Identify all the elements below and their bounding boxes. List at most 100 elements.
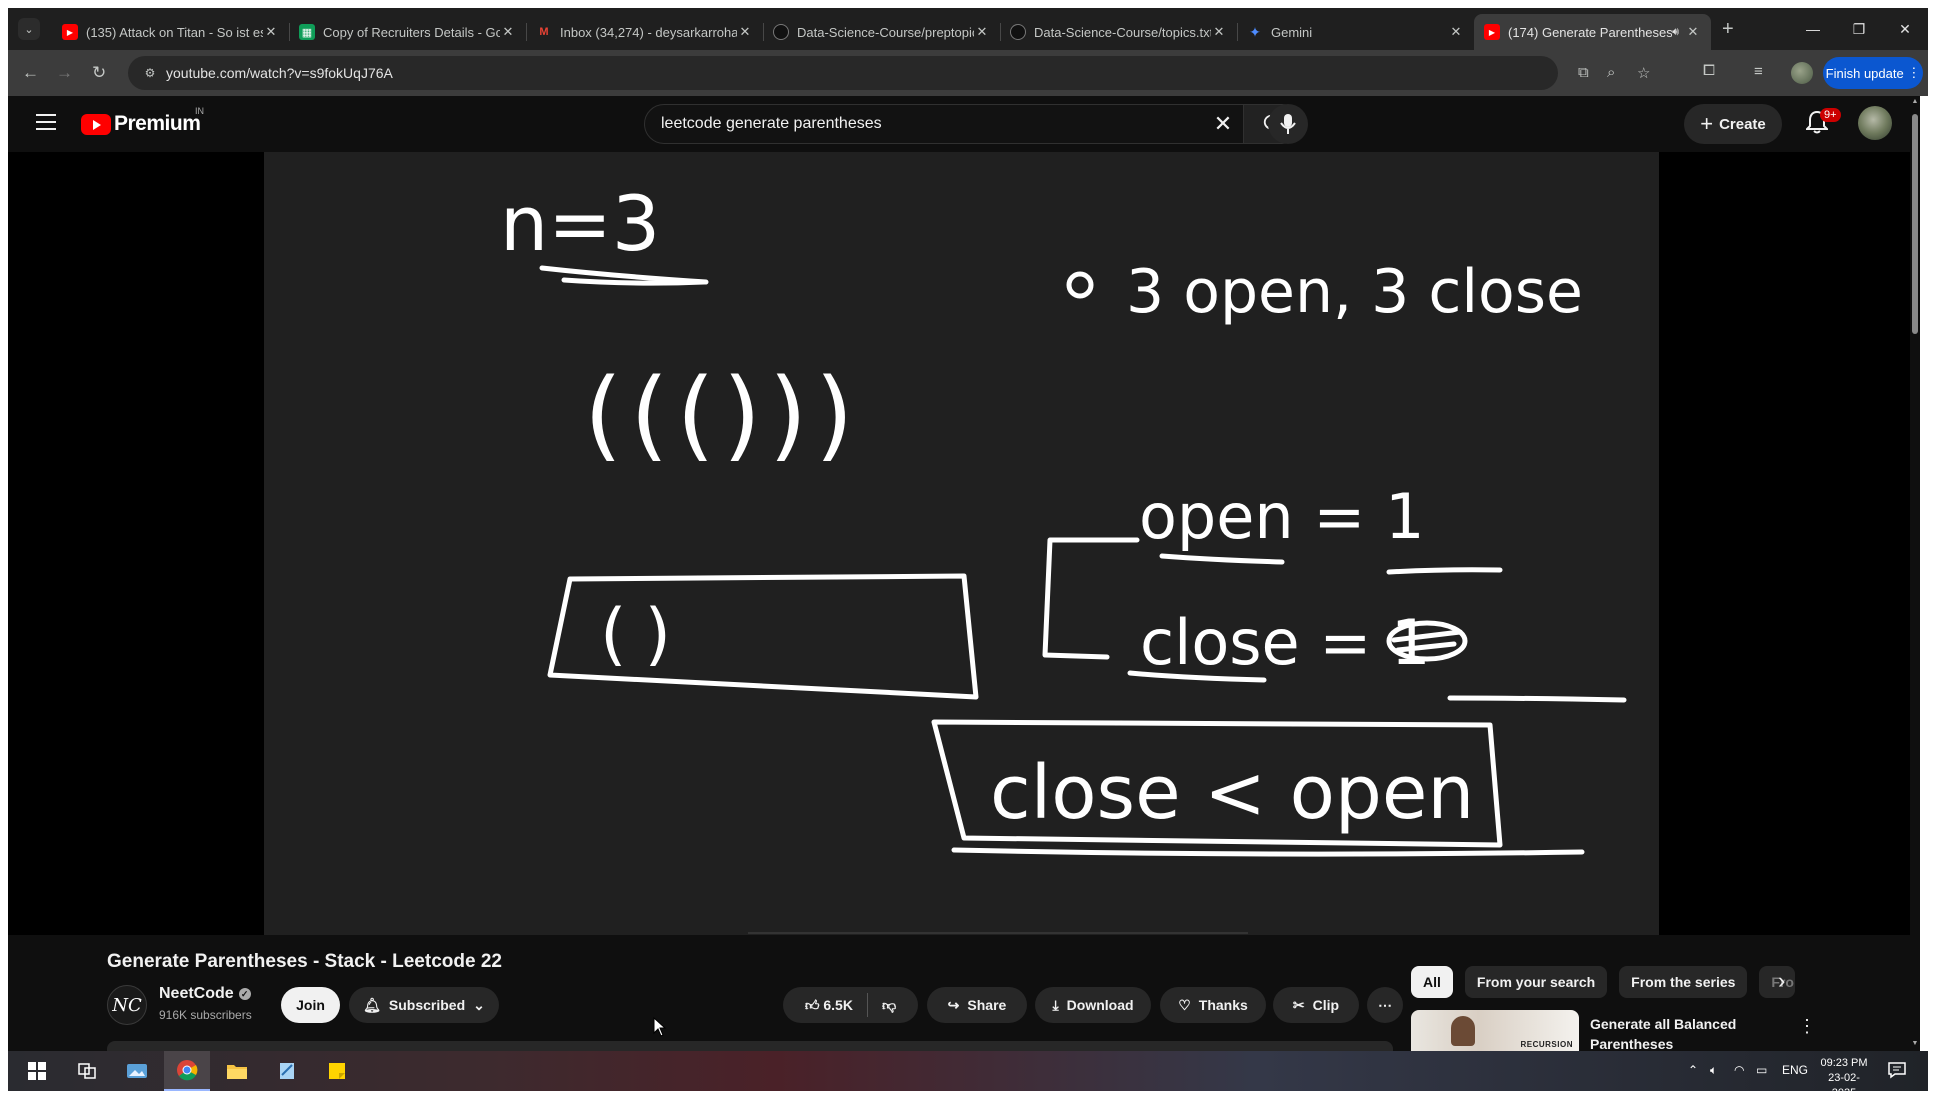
- dislike-icon[interactable]: 👎︎: [882, 997, 896, 1014]
- bracket-stroke: [1042, 537, 1140, 660]
- sticky-notes-icon[interactable]: [314, 1051, 360, 1091]
- bullet-dot: [1066, 271, 1094, 299]
- notification-center-icon[interactable]: [1888, 1061, 1906, 1084]
- clip-button[interactable]: ✂ Clip: [1273, 987, 1359, 1023]
- back-icon[interactable]: ←: [22, 63, 39, 83]
- language-indicator[interactable]: ENG: [1782, 1063, 1808, 1077]
- browser-tab[interactable]: ▶ (174) Generate Parentheses 🔊︎ ✕: [1474, 14, 1711, 50]
- page-scrollbar[interactable]: ▲ ▼: [1910, 96, 1920, 1051]
- clock[interactable]: 09:23 PM 23-02-2025: [1816, 1056, 1872, 1097]
- install-app-icon[interactable]: ⧉: [1578, 64, 1589, 81]
- divider: [866, 993, 868, 1017]
- task-view-icon[interactable]: [64, 1051, 110, 1091]
- underline-stroke: [1386, 567, 1503, 575]
- channel-avatar[interactable]: NC: [107, 985, 147, 1025]
- video-frame-whiteboard[interactable]: n=3 3 open, 3 close ((())) () open = 1 c…: [264, 152, 1659, 935]
- file-explorer-icon[interactable]: [214, 1051, 260, 1091]
- close-tab-icon[interactable]: ✕: [974, 24, 990, 40]
- reload-icon[interactable]: ↻: [92, 63, 106, 83]
- notepad-icon[interactable]: [264, 1051, 310, 1091]
- recommendation-thumbnail[interactable]: RECURSION: [1411, 1010, 1579, 1051]
- browser-profile-avatar[interactable]: [1791, 62, 1813, 84]
- photos-icon[interactable]: [114, 1051, 160, 1091]
- site-info-icon[interactable]: ⚙: [134, 66, 166, 80]
- channel-name[interactable]: NeetCode ✓: [159, 985, 251, 1003]
- search-input[interactable]: leetcode generate parentheses ✕: [644, 104, 1244, 144]
- tab-audio-icon[interactable]: 🔊︎: [1672, 26, 1679, 39]
- clear-search-icon[interactable]: ✕: [1203, 111, 1243, 137]
- verified-icon: ✓: [238, 987, 251, 1000]
- recommendation-title[interactable]: Generate all Balanced Parentheses: [1590, 1014, 1790, 1051]
- address-bar[interactable]: ⚙ youtube.com/watch?v=s9fokUqJ76A ⧉ ⌕ ☆: [128, 56, 1650, 90]
- tab-title: Gemini: [1271, 24, 1313, 40]
- volume-icon[interactable]: 🔈︎: [1710, 1063, 1717, 1078]
- bookmark-star-icon[interactable]: ☆: [1637, 64, 1650, 82]
- description-box[interactable]: [107, 1041, 1393, 1051]
- create-button[interactable]: + Create: [1684, 104, 1782, 144]
- chevron-right-icon[interactable]: ›: [1778, 968, 1785, 994]
- windows-taskbar: ⌃ 🔈︎ ◠ ▭ ENG 09:23 PM 23-02-2025: [8, 1051, 1928, 1097]
- progress-bar[interactable]: [748, 932, 1248, 934]
- like-button[interactable]: 👍︎ 6.5K: [805, 997, 853, 1014]
- bell-icon: 🔔︎: [363, 996, 381, 1013]
- windows-start-icon[interactable]: [14, 1051, 60, 1091]
- browser-tab[interactable]: ▶ (135) Attack on Titan - So ist es ✕: [52, 14, 289, 50]
- forward-icon[interactable]: →: [56, 63, 73, 83]
- battery-icon[interactable]: ▭: [1756, 1063, 1767, 1077]
- channel-name-text: NeetCode: [159, 985, 234, 1002]
- chip-all[interactable]: All: [1411, 966, 1453, 998]
- account-avatar[interactable]: [1858, 106, 1892, 140]
- tray-overflow-icon[interactable]: ⌃: [1688, 1063, 1698, 1077]
- voice-search-button[interactable]: [1268, 104, 1308, 144]
- close-tab-icon[interactable]: ✕: [1448, 24, 1464, 40]
- extensions-icon[interactable]: ⧠: [1703, 62, 1715, 79]
- scrollbar-thumb[interactable]: [1912, 114, 1918, 334]
- scroll-down-icon[interactable]: ▼: [1910, 1040, 1920, 1047]
- subscribed-button[interactable]: 🔔︎ Subscribed ⌄: [349, 987, 499, 1023]
- more-actions-button[interactable]: ⋯: [1367, 987, 1403, 1023]
- close-tab-icon[interactable]: ✕: [1211, 24, 1227, 40]
- browser-tab[interactable]: ✦ Gemini ✕: [1237, 14, 1474, 50]
- close-tab-icon[interactable]: ✕: [737, 24, 753, 40]
- chrome-icon[interactable]: [164, 1051, 210, 1091]
- browser-tab[interactable]: M Inbox (34,274) - deysarkarrohan ✕: [526, 14, 763, 50]
- join-button[interactable]: Join: [281, 987, 340, 1023]
- open-equation-text: open = 1: [1139, 480, 1425, 553]
- create-label: Create: [1719, 115, 1766, 133]
- close-tab-icon[interactable]: ✕: [1685, 24, 1701, 40]
- notification-badge: 9+: [1820, 108, 1841, 122]
- browser-tab[interactable]: Data-Science-Course/topics.txt ✕: [1000, 14, 1237, 50]
- scroll-up-icon[interactable]: ▲: [1910, 98, 1920, 105]
- download-button[interactable]: ⤓ Download: [1035, 987, 1151, 1023]
- thanks-button[interactable]: ♡ Thanks: [1160, 987, 1266, 1023]
- share-button[interactable]: ↪ Share: [927, 987, 1027, 1023]
- finish-update-button[interactable]: Finish update ⋮: [1823, 57, 1923, 89]
- browser-tab[interactable]: ▦ Copy of Recruiters Details - Goo ✕: [289, 14, 526, 50]
- youtube-page: Premium IN leetcode generate parentheses…: [8, 96, 1920, 1051]
- tab-title: (174) Generate Parentheses: [1508, 24, 1673, 40]
- logo-text: Premium: [114, 112, 201, 135]
- tab-title: Data-Science-Course/topics.txt: [1034, 24, 1211, 40]
- youtube-play-icon: [81, 113, 111, 135]
- github-icon: [773, 24, 789, 40]
- chip-from-your-search[interactable]: From your search: [1464, 966, 1608, 998]
- minimize-icon[interactable]: —: [1790, 8, 1836, 50]
- youtube-logo[interactable]: Premium IN: [81, 106, 204, 136]
- restore-icon[interactable]: ❐: [1836, 8, 1882, 50]
- wifi-icon[interactable]: ◠: [1734, 1063, 1744, 1077]
- tab-search-icon[interactable]: ⌄: [18, 18, 40, 40]
- underline-stroke: [1447, 695, 1627, 703]
- menu-icon[interactable]: [36, 114, 56, 130]
- close-tab-icon[interactable]: ✕: [263, 24, 279, 40]
- thumbnail-label: RECURSION: [1520, 1040, 1573, 1049]
- new-tab-icon[interactable]: +: [1722, 18, 1734, 41]
- chip-from-the-series[interactable]: From the series: [1619, 966, 1748, 998]
- tab-title: Inbox (34,274) - deysarkarrohan: [560, 24, 737, 40]
- zoom-icon[interactable]: ⌕: [1607, 64, 1615, 81]
- reading-list-icon[interactable]: ≡: [1754, 63, 1763, 80]
- browser-tab[interactable]: Data-Science-Course/preptopic ✕: [763, 14, 1000, 50]
- recommendation-menu-icon[interactable]: ⋮: [1798, 1016, 1816, 1037]
- tab-title: Data-Science-Course/preptopic: [797, 24, 974, 40]
- close-window-icon[interactable]: ✕: [1882, 8, 1928, 50]
- close-tab-icon[interactable]: ✕: [500, 24, 516, 40]
